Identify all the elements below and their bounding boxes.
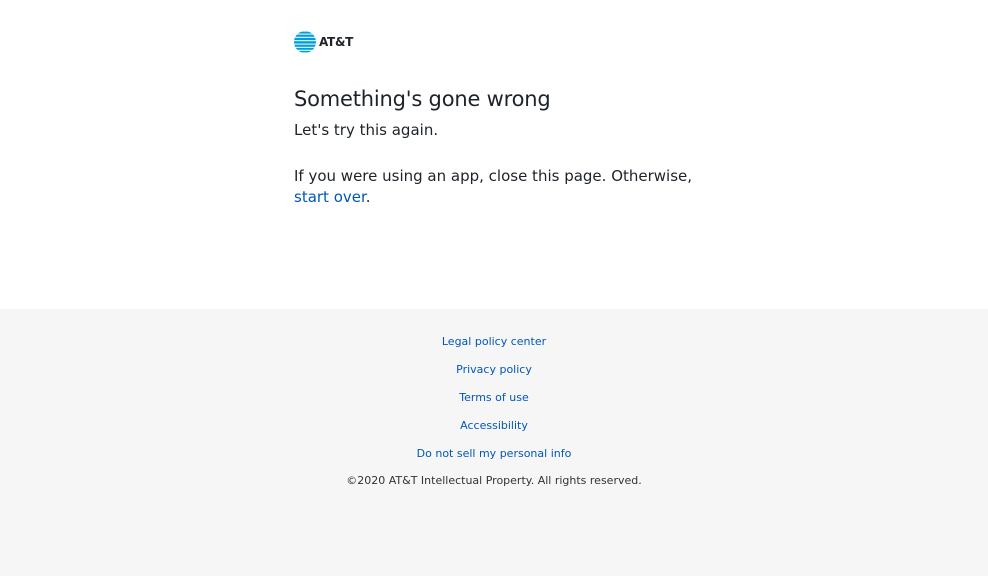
error-message-text: If you were using an app, close this pag… xyxy=(294,167,693,185)
legal-policy-center-link[interactable]: Legal policy center xyxy=(442,335,546,348)
page-footer: Legal policy center Privacy policy Terms… xyxy=(0,309,988,576)
error-message: If you were using an app, close this pag… xyxy=(294,166,714,208)
privacy-policy-link[interactable]: Privacy policy xyxy=(456,363,532,376)
footer-item: Do not sell my personal info xyxy=(0,445,988,473)
footer-item: Terms of use xyxy=(0,389,988,417)
footer-item: Accessibility xyxy=(0,417,988,445)
att-logo[interactable]: AT&T xyxy=(294,30,714,54)
main-content-area: AT&T Something's gone wrong Let's try th… xyxy=(0,0,988,309)
do-not-sell-info-link[interactable]: Do not sell my personal info xyxy=(417,447,572,460)
copyright-text: ©2020 AT&T Intellectual Property. All ri… xyxy=(346,474,642,487)
footer-links-list: Legal policy center Privacy policy Terms… xyxy=(0,309,988,473)
start-over-link[interactable]: start over xyxy=(294,188,366,206)
error-message-period: . xyxy=(365,188,371,206)
footer-item: Legal policy center xyxy=(0,333,988,361)
footer-item: Privacy policy xyxy=(0,361,988,389)
terms-of-use-link[interactable]: Terms of use xyxy=(459,391,528,404)
att-globe-icon xyxy=(294,31,316,53)
logo-wordmark: AT&T xyxy=(319,35,353,49)
accessibility-link[interactable]: Accessibility xyxy=(460,419,528,432)
error-title: Something's gone wrong xyxy=(294,87,551,111)
error-panel: AT&T Something's gone wrong Let's try th… xyxy=(294,30,714,208)
error-subtitle: Let's try this again. xyxy=(294,121,439,139)
